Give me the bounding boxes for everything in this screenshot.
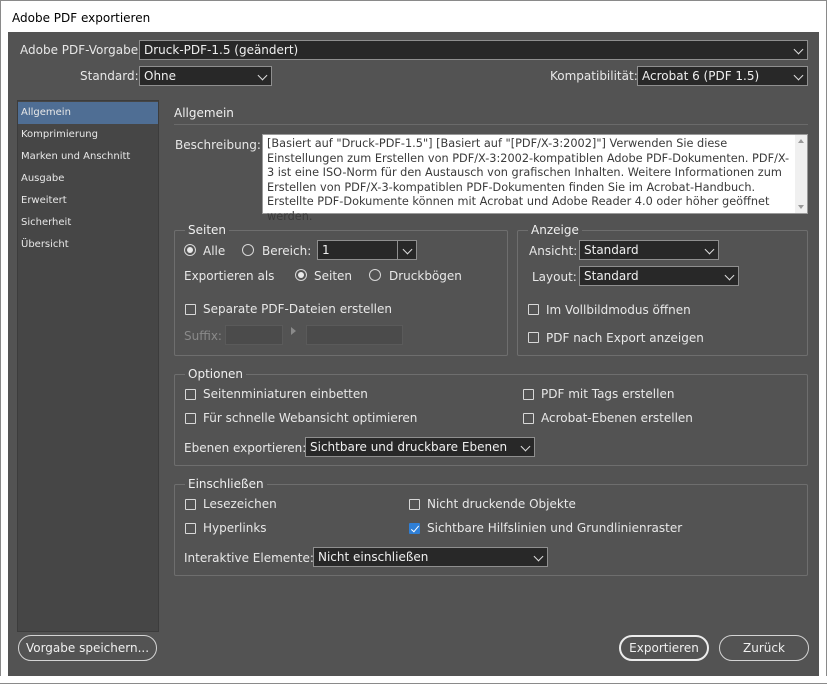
description-textarea[interactable]: [Basiert auf "Druck-PDF-1.5"] [Basiert a…	[262, 134, 808, 223]
all-label: Alle	[203, 244, 226, 258]
checkbox-tags[interactable]	[523, 389, 534, 400]
interactive-label: Interaktive Elemente:	[184, 551, 314, 565]
save-preset-button[interactable]: Vorgabe speichern...	[18, 635, 157, 661]
layout-value: Standard	[584, 269, 639, 283]
description-label: Beschreibung:	[175, 138, 261, 152]
range-label: Bereich:	[262, 244, 312, 258]
radio-spreads[interactable]	[369, 269, 381, 281]
thumbnails-label: Seitenminiaturen einbetten	[203, 387, 368, 401]
guides-label: Sichtbare Hilfslinien und Grundlinienras…	[427, 521, 683, 535]
suffix-label: Suffix:	[184, 329, 222, 343]
suffix-token-input[interactable]	[306, 325, 403, 345]
chevron-down-icon	[793, 44, 804, 55]
sidebar-item-marken[interactable]: Marken und Anschnitt	[18, 146, 158, 168]
separate-label: Separate PDF-Dateien erstellen	[203, 302, 392, 316]
sidebar-item-komprimierung[interactable]: Komprimierung	[18, 124, 158, 146]
compat-label: Kompatibilität:	[550, 69, 638, 83]
acrobat-layers-label: Acrobat-Ebenen erstellen	[541, 411, 693, 425]
sidebar-item-allgemein[interactable]: Allgemein	[18, 102, 158, 124]
compat-value: Acrobat 6 (PDF 1.5)	[642, 69, 760, 83]
checkbox-hyperlinks[interactable]	[185, 523, 196, 534]
sidebar-item-sicherheit[interactable]: Sicherheit	[18, 212, 158, 234]
compat-dropdown[interactable]: Acrobat 6 (PDF 1.5)	[637, 66, 808, 86]
tags-label: PDF mit Tags erstellen	[541, 387, 675, 401]
chevron-down-icon	[520, 441, 531, 452]
radio-range[interactable]	[242, 244, 254, 256]
window-frame-bottom	[0, 676, 827, 684]
checkbox-nonprinting[interactable]	[409, 499, 420, 510]
chevron-down-icon	[533, 551, 544, 562]
sidebar-item-erweitert[interactable]: Erweitert	[18, 190, 158, 212]
view-value: Standard	[584, 243, 639, 257]
preset-label: Adobe PDF-Vorgabe:	[20, 43, 143, 57]
bookmarks-label: Lesezeichen	[203, 497, 277, 511]
window-frame-left	[0, 32, 8, 684]
section-divider	[174, 124, 808, 125]
range-combobox[interactable]: 1	[317, 240, 417, 260]
range-value: 1	[322, 243, 330, 257]
standard-label: Standard:	[80, 69, 139, 83]
export-as-label: Exportieren als	[184, 269, 275, 283]
chevron-down-icon	[402, 244, 413, 255]
show-after-label: PDF nach Export anzeigen	[546, 331, 704, 345]
fast-web-label: Für schnelle Webansicht optimieren	[203, 411, 418, 425]
export-layers-label: Ebenen exportieren:	[184, 441, 307, 455]
checkbox-fullscreen[interactable]	[528, 304, 539, 315]
checkbox-bookmarks[interactable]	[185, 499, 196, 510]
anzeige-title: Anzeige	[528, 223, 582, 237]
scroll-up-icon[interactable]	[798, 139, 804, 143]
layout-dropdown[interactable]: Standard	[579, 266, 739, 286]
checkbox-thumbnails[interactable]	[185, 389, 196, 400]
export-button[interactable]: Exportieren	[619, 635, 709, 661]
window-frame-right	[819, 32, 827, 684]
chevron-down-icon	[704, 244, 715, 255]
einschliessen-title: Einschließen	[185, 477, 267, 491]
checkbox-show-after-export[interactable]	[528, 332, 539, 343]
description-scrollbar[interactable]	[795, 135, 807, 213]
standard-dropdown[interactable]: Ohne	[139, 66, 272, 86]
optionen-title: Optionen	[185, 367, 247, 381]
window-title: Adobe PDF exportieren	[12, 11, 151, 25]
sidebar: Allgemein Komprimierung Marken und Ansch…	[17, 100, 159, 632]
export-layers-value: Sichtbare und druckbare Ebenen	[310, 440, 508, 454]
hyperlinks-label: Hyperlinks	[203, 521, 267, 535]
export-layers-dropdown[interactable]: Sichtbare und druckbare Ebenen	[305, 437, 535, 457]
sidebar-item-uebersicht[interactable]: Übersicht	[18, 234, 158, 256]
suffix-input[interactable]	[225, 325, 283, 345]
scroll-down-icon[interactable]	[798, 205, 804, 209]
nonprinting-label: Nicht druckende Objekte	[427, 497, 576, 511]
back-button[interactable]: Zurück	[719, 635, 809, 661]
combobox-divider	[397, 241, 398, 259]
fullscreen-label: Im Vollbildmodus öffnen	[546, 303, 691, 317]
checkbox-acrobat-layers[interactable]	[523, 413, 534, 424]
preset-value: Druck-PDF-1.5 (geändert)	[144, 43, 299, 57]
standard-value: Ohne	[144, 69, 177, 83]
chevron-down-icon	[793, 70, 804, 81]
checkbox-fast-web[interactable]	[185, 413, 196, 424]
layout-label: Layout:	[532, 270, 577, 284]
preset-dropdown[interactable]: Druck-PDF-1.5 (geändert)	[139, 40, 808, 60]
window-titlebar[interactable]: Adobe PDF exportieren	[0, 0, 827, 32]
seiten-title: Seiten	[185, 223, 230, 237]
spreads-label: Druckbögen	[389, 269, 462, 283]
radio-all[interactable]	[184, 244, 196, 256]
view-label: Ansicht:	[529, 244, 578, 258]
sidebar-item-ausgabe[interactable]: Ausgabe	[18, 168, 158, 190]
section-title: Allgemein	[174, 106, 234, 120]
radio-pages[interactable]	[295, 269, 307, 281]
pages-label: Seiten	[314, 269, 353, 283]
view-dropdown[interactable]: Standard	[579, 240, 719, 260]
chevron-down-icon	[724, 270, 735, 281]
play-arrow-icon	[291, 327, 296, 335]
interactive-dropdown[interactable]: Nicht einschließen	[313, 547, 548, 567]
checkbox-separate-pdf[interactable]	[185, 304, 196, 315]
interactive-value: Nicht einschließen	[318, 550, 429, 564]
chevron-down-icon	[257, 70, 268, 81]
checkbox-guides[interactable]	[409, 523, 420, 534]
description-text: [Basiert auf "Druck-PDF-1.5"] [Basiert a…	[267, 137, 790, 223]
